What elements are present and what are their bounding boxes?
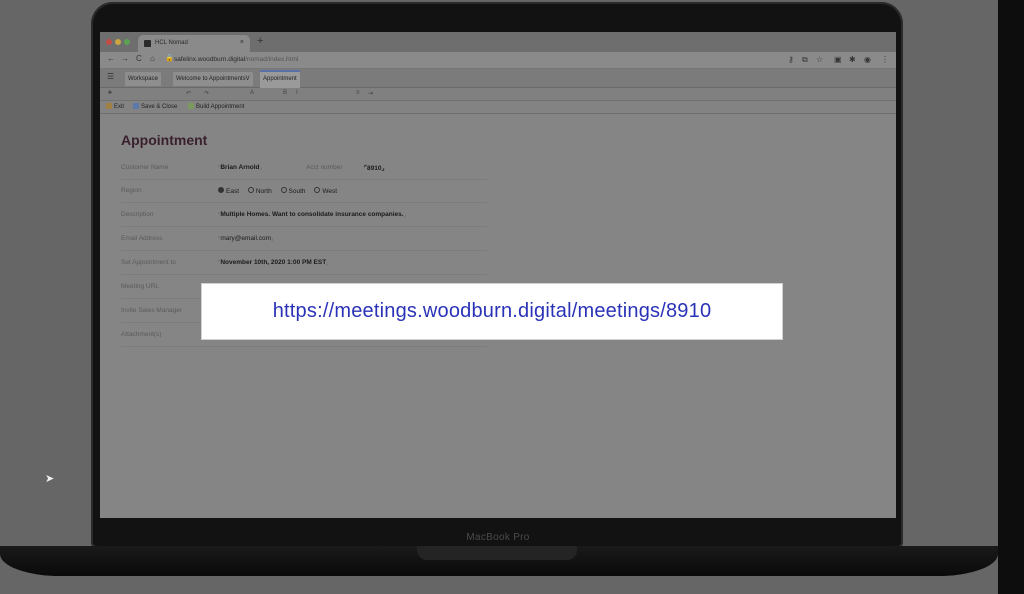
- url-host: safelinx.woodburn.digital: [174, 56, 246, 63]
- save-icon: [133, 103, 139, 109]
- attachments-label: Attachment(s): [121, 331, 162, 338]
- email-value: mary@email.com: [220, 235, 272, 242]
- address-bar-row: ← → C ⌂ 🔒 safelinx.woodburn.digital/noma…: [100, 52, 896, 69]
- url-path: /nomad/index.html: [245, 56, 299, 63]
- maximize-window-dot[interactable]: [124, 39, 130, 45]
- minimize-window-dot[interactable]: [115, 39, 121, 45]
- build-appointment-button[interactable]: Build Appointment: [188, 103, 244, 110]
- radio-icon: [280, 187, 287, 193]
- build-appointment-label: Build Appointment: [196, 104, 245, 110]
- appointment-row: Set Appointment to ⌜November 10th, 2020 …: [121, 252, 487, 275]
- region-option-north[interactable]: North: [247, 187, 272, 195]
- bookmark-star-icon[interactable]: ☆: [816, 55, 823, 64]
- build-icon: [188, 103, 194, 109]
- region-option-west[interactable]: West: [314, 187, 338, 195]
- mouse-cursor-icon: ➤: [45, 473, 55, 485]
- meeting-url-callout: https://meetings.woodburn.digital/meetin…: [202, 284, 782, 339]
- app-tab-label: Appointment: [263, 76, 297, 82]
- profile-avatar-icon[interactable]: ◉: [864, 55, 871, 64]
- page-title: Appointment: [121, 132, 208, 148]
- customer-name-label: Customer Name: [121, 164, 169, 171]
- right-edge-bar: [998, 0, 1024, 594]
- app-tab-appointment[interactable]: Appointment: [260, 70, 300, 88]
- redo-icon[interactable]: ↷: [204, 90, 209, 97]
- region-radio-group: East North South West: [218, 187, 344, 195]
- extension-icon[interactable]: ▣: [834, 55, 842, 64]
- format-toolbar: ♣ ↶ ↷ A B I ≡ ⇥: [100, 88, 896, 101]
- meeting-url-label: Meeting URL: [121, 283, 159, 290]
- appointment-field[interactable]: ⌜November 10th, 2020 1:00 PM EST⌟: [218, 259, 329, 266]
- tab-close-icon[interactable]: ×: [240, 39, 244, 46]
- laptop-notch: [417, 546, 577, 560]
- exit-label: Exit: [114, 104, 125, 110]
- lock-icon: 🔒: [165, 55, 174, 62]
- indent-icon[interactable]: ⇥: [368, 90, 373, 97]
- save-close-label: Save & Close: [141, 104, 178, 110]
- region-option-label: East: [226, 188, 240, 195]
- forward-icon[interactable]: →: [121, 54, 129, 63]
- region-label: Region: [121, 187, 142, 194]
- radio-selected-icon: [218, 187, 224, 193]
- key-icon[interactable]: ⚷: [788, 55, 794, 64]
- browser-tab[interactable]: HCL Nomad ×: [138, 35, 250, 52]
- back-icon[interactable]: ←: [107, 54, 115, 63]
- region-option-label: North: [255, 188, 272, 195]
- cast-icon[interactable]: ⧉: [802, 55, 808, 65]
- acct-number-field[interactable]: ⌜8910⌟: [364, 164, 385, 172]
- description-value: Multiple Homes. Want to consolidate insu…: [220, 211, 404, 218]
- font-color-icon[interactable]: A: [250, 90, 254, 96]
- home-icon[interactable]: ⌂: [150, 54, 155, 63]
- address-bar-url[interactable]: safelinx.woodburn.digital/nomad/index.ht…: [174, 56, 298, 63]
- reload-icon[interactable]: C: [136, 54, 142, 63]
- paste-icon[interactable]: ♣: [108, 90, 112, 96]
- email-label: Email Address: [121, 235, 163, 242]
- region-row: Region East North South West: [121, 180, 487, 203]
- list-icon[interactable]: ≡: [356, 90, 360, 96]
- exit-icon: [106, 103, 112, 109]
- italic-icon[interactable]: I: [296, 90, 298, 96]
- customer-name-row: Customer Name ⌜Brian Arnold⌟ Acct number…: [121, 157, 487, 180]
- description-field[interactable]: ⌜Multiple Homes. Want to consolidate ins…: [218, 211, 406, 218]
- radio-icon: [247, 187, 254, 193]
- puzzle-icon[interactable]: ✱: [849, 55, 856, 64]
- bold-icon[interactable]: B: [283, 90, 287, 96]
- appointment-label: Set Appointment to: [121, 259, 176, 266]
- region-option-label: South: [288, 188, 306, 195]
- radio-icon: [314, 187, 321, 193]
- region-option-south[interactable]: South: [280, 187, 306, 195]
- exit-button[interactable]: Exit: [106, 103, 124, 110]
- hamburger-menu-icon[interactable]: ☰: [107, 72, 114, 81]
- tab-favicon-icon: [144, 40, 151, 47]
- appointment-value: November 10th, 2020 1:00 PM EST: [220, 259, 327, 266]
- app-tab-strip: ☰ Workspace Welcome to AppointmentsV App…: [100, 69, 896, 88]
- description-row: Description ⌜Multiple Homes. Want to con…: [121, 204, 487, 227]
- app-tab-workspace[interactable]: Workspace: [125, 72, 161, 86]
- close-window-dot[interactable]: [106, 39, 112, 45]
- more-menu-icon[interactable]: ⋮: [881, 55, 889, 64]
- acct-number-value: 8910: [367, 165, 382, 172]
- email-field[interactable]: ⌜mary@email.com⌟: [218, 235, 273, 242]
- customer-name-value: Brian Arnold: [220, 164, 260, 171]
- customer-name-field[interactable]: ⌜Brian Arnold⌟: [218, 164, 262, 171]
- region-option-east[interactable]: East: [218, 187, 240, 195]
- browser-tab-title: HCL Nomad: [155, 40, 188, 46]
- save-close-button[interactable]: Save & Close: [133, 103, 177, 110]
- acct-number-label: Acct number: [306, 164, 343, 171]
- laptop-screen: HCL Nomad × + ← → C ⌂ 🔒 safelinx.woodbur…: [100, 32, 896, 518]
- description-label: Description: [121, 211, 154, 218]
- device-brand-label: MacBook Pro: [466, 532, 530, 543]
- action-bar: Exit Save & Close Build Appointment: [100, 101, 896, 114]
- invite-sales-manager-label: Invite Sales Manager: [121, 307, 183, 314]
- email-row: Email Address ⌜mary@email.com⌟: [121, 228, 487, 251]
- app-tab-label: Welcome to AppointmentsV: [176, 76, 250, 82]
- undo-icon[interactable]: ↶: [186, 90, 191, 97]
- app-tab-welcome[interactable]: Welcome to AppointmentsV: [173, 72, 253, 86]
- meeting-url-overlay-text[interactable]: https://meetings.woodburn.digital/meetin…: [202, 284, 782, 339]
- region-option-label: West: [322, 188, 338, 195]
- browser-tab-bar: HCL Nomad × +: [100, 32, 896, 52]
- app-tab-label: Workspace: [128, 76, 158, 82]
- new-tab-button[interactable]: +: [257, 35, 263, 47]
